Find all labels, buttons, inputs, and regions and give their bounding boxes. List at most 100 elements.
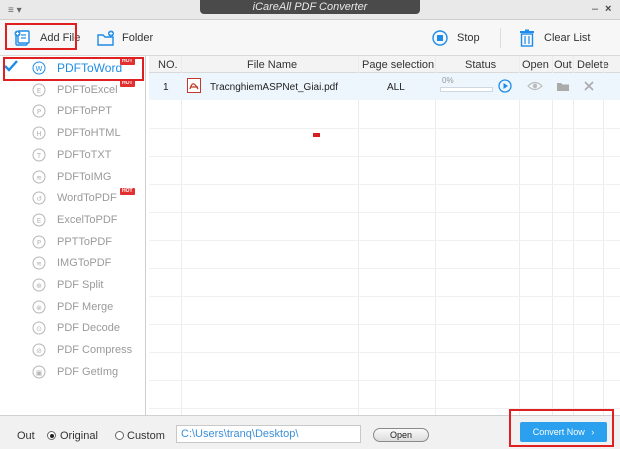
header-status: Status <box>465 59 497 71</box>
svg-text:⊕: ⊕ <box>36 282 42 290</box>
word-to-pdf-icon: ↺ <box>32 191 46 205</box>
sidebar-item-exceltopdf[interactable]: E ExcelToPDF <box>0 209 145 231</box>
folder-icon <box>97 30 114 46</box>
header-file-name: File Name <box>247 59 298 71</box>
svg-text:E: E <box>37 217 41 225</box>
toolbar-divider <box>500 28 501 48</box>
sidebar-item-label: PDFToIMG <box>57 171 112 183</box>
open-folder-button[interactable]: Open <box>373 428 429 442</box>
svg-text:T: T <box>36 152 42 160</box>
stop-label: Stop <box>457 32 480 44</box>
sidebar-item-label: WordToPDF <box>57 192 117 204</box>
sidebar-item-label: PDFToPPT <box>57 105 113 117</box>
html-icon: H <box>32 126 46 140</box>
pdf-file-icon <box>187 78 201 93</box>
sidebar-item-label: PDF Compress <box>57 344 133 356</box>
img-to-pdf-icon: ≋ <box>32 256 46 270</box>
close-window-button[interactable]: × <box>605 3 611 15</box>
sidebar-item-label: ExcelToPDF <box>57 214 118 226</box>
chevron-right-icon: › <box>591 427 595 437</box>
out-label: Out <box>17 430 35 442</box>
svg-text:⊘: ⊘ <box>36 347 42 355</box>
svg-text:⊙: ⊙ <box>36 325 42 333</box>
sidebar-item-pdftohtml[interactable]: H PDFToHTML <box>0 122 145 144</box>
play-icon[interactable] <box>498 79 512 93</box>
sidebar-item-pdftoppt[interactable]: P PDFToPPT <box>0 100 145 122</box>
img-icon: ≋ <box>32 170 46 184</box>
original-radio[interactable] <box>47 431 56 440</box>
title-bar: ≡ ▾ iCareAll PDF Converter – × <box>0 0 620 20</box>
sidebar-item-pdftoimg[interactable]: ≋ PDFToIMG <box>0 166 145 188</box>
sidebar-item-ppttopdf[interactable]: P PPTToPDF <box>0 231 145 253</box>
toolbar: Add File Folder Stop Clear List <box>0 20 620 56</box>
svg-text:H: H <box>36 130 41 138</box>
excel-icon: E <box>32 83 46 97</box>
table-row[interactable]: 1 TracnghiemASPNet_Giai.pdf ALL 0% <box>149 73 620 100</box>
split-icon: ⊕ <box>32 278 46 292</box>
eye-icon[interactable] <box>527 80 543 92</box>
hot-badge: HOT <box>120 188 135 195</box>
delete-icon[interactable] <box>584 81 594 91</box>
convert-now-label: Convert Now <box>532 427 585 437</box>
table-header: NO. File Name Page selection Status Open… <box>149 56 620 73</box>
ppt-icon: P <box>32 104 46 118</box>
svg-text:P: P <box>37 239 41 247</box>
sidebar-item-label: PDFToHTML <box>57 127 121 139</box>
stop-icon <box>432 30 448 46</box>
sidebar-item-pdf-split[interactable]: ⊕ PDF Split <box>0 274 145 296</box>
clear-list-label: Clear List <box>544 32 591 44</box>
sidebar-item-pdf-getimg[interactable]: ▣ PDF GetImg <box>0 361 145 383</box>
convert-now-button[interactable]: Convert Now › <box>520 422 607 442</box>
header-page-selection: Page selection <box>362 59 435 71</box>
menu-icon[interactable]: ≡ ▾ <box>8 5 22 16</box>
svg-text:W: W <box>36 65 43 73</box>
sidebar-item-pdftoexcel[interactable]: E PDFToExcel HOT <box>0 79 145 101</box>
word-icon: W <box>32 61 46 75</box>
svg-text:≋: ≋ <box>36 260 42 268</box>
checkmark-icon <box>4 60 18 72</box>
trash-icon <box>520 29 534 47</box>
txt-icon: T <box>32 148 46 162</box>
progress-text: 0% <box>442 76 454 85</box>
clear-list-button[interactable]: Clear List <box>519 20 590 56</box>
folder-out-icon[interactable] <box>556 80 570 92</box>
excel-to-pdf-icon: E <box>32 213 46 227</box>
file-table: NO. File Name Page selection Status Open… <box>149 56 620 415</box>
sidebar-item-pdftoword[interactable]: W PDFToWord HOT <box>0 57 145 79</box>
sidebar-item-label: PDFToWord <box>57 61 123 75</box>
add-file-button[interactable]: Add File <box>13 20 80 56</box>
original-label: Original <box>60 430 98 442</box>
sidebar: W PDFToWord HOT E PDFToExcel HOT P PDFToPPT H PDF… <box>0 56 146 415</box>
getimg-icon: ▣ <box>32 365 46 379</box>
header-no: NO. <box>158 59 178 71</box>
sidebar-item-pdf-merge[interactable]: ⊗ PDF Merge <box>0 296 145 318</box>
file-name: TracnghiemASPNet_Giai.pdf <box>210 82 339 93</box>
sidebar-item-label: IMGToPDF <box>57 257 112 269</box>
minimize-button[interactable]: – <box>592 3 598 15</box>
sidebar-item-pdftotxt[interactable]: T PDFToTXT <box>0 144 145 166</box>
sidebar-item-label: PDF Decode <box>57 322 120 334</box>
custom-radio[interactable] <box>115 431 124 440</box>
output-path-field[interactable]: C:\Users\tranq\Desktop\ <box>176 425 361 443</box>
stop-button[interactable]: Stop <box>432 20 480 56</box>
compress-icon: ⊘ <box>32 343 46 357</box>
sidebar-item-label: PDF Merge <box>57 301 114 313</box>
sidebar-item-imgtopdf[interactable]: ≋ IMGToPDF <box>0 252 145 274</box>
header-out: Out <box>554 59 572 71</box>
sidebar-item-pdf-compress[interactable]: ⊘ PDF Compress <box>0 339 145 361</box>
sidebar-item-label: PDF GetImg <box>57 366 119 378</box>
header-open: Open <box>522 59 549 71</box>
add-file-icon <box>14 30 30 46</box>
sidebar-item-wordtopdf[interactable]: ↺ WordToPDF HOT <box>0 187 145 209</box>
sidebar-item-pdf-decode[interactable]: ⊙ PDF Decode <box>0 317 145 339</box>
svg-text:⊗: ⊗ <box>36 304 42 312</box>
row-number: 1 <box>163 82 169 93</box>
page-selection-value[interactable]: ALL <box>387 82 405 93</box>
sidebar-item-label: PDFToExcel <box>57 84 118 96</box>
folder-button[interactable]: Folder <box>96 20 153 56</box>
sidebar-item-label: PPTToPDF <box>57 236 113 248</box>
header-delete: Delete <box>577 59 609 71</box>
svg-text:▣: ▣ <box>36 369 43 377</box>
sidebar-item-label: PDF Split <box>57 279 104 291</box>
add-file-label: Add File <box>40 32 81 44</box>
